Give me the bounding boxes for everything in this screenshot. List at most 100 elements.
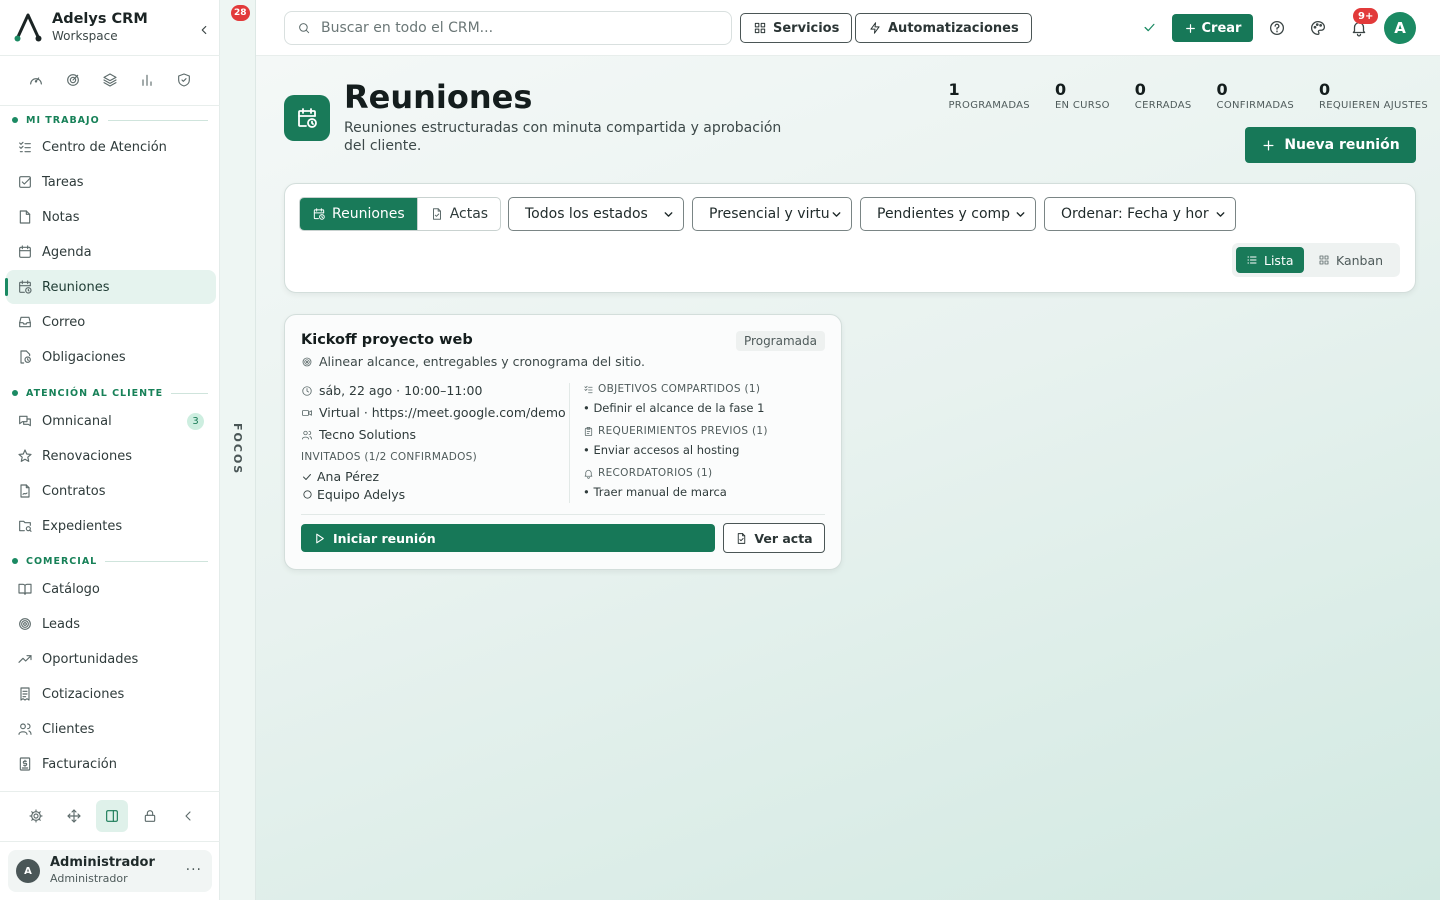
- search-icon: [299, 23, 310, 34]
- page-title: Reuniones: [344, 78, 533, 116]
- user-role: Administrador: [50, 872, 128, 885]
- tab-label: Reuniones: [332, 206, 405, 222]
- new-meeting-button[interactable]: Nueva reunión: [1245, 127, 1416, 163]
- order-select[interactable]: Ordenar: Fecha y hor: [1044, 197, 1236, 231]
- clipboard-icon: [584, 426, 593, 436]
- stat-value: 0: [1054, 80, 1067, 99]
- lock-button[interactable]: [134, 800, 166, 832]
- pending-select[interactable]: Pendientes y comp: [860, 197, 1036, 231]
- stat-label: CONFIRMADAS: [1216, 100, 1295, 111]
- sidebar-item-label: Facturación: [42, 756, 117, 772]
- section-dot: [12, 390, 18, 396]
- view-label: Lista: [1264, 252, 1294, 268]
- view-list-button[interactable]: Lista: [1236, 247, 1304, 273]
- plus-icon: [1185, 23, 1195, 33]
- start-meeting-button[interactable]: Iniciar reunión: [301, 524, 715, 552]
- view-kanban-button[interactable]: Kanban: [1308, 247, 1393, 273]
- sidebar-item-contratos[interactable]: Contratos: [6, 474, 216, 508]
- brand[interactable]: Adelys CRM Workspace: [12, 8, 212, 50]
- sidebar-item-label: Reuniones: [42, 279, 110, 295]
- services-button[interactable]: Servicios: [740, 13, 853, 43]
- view-minutes-button[interactable]: Ver acta: [723, 523, 825, 553]
- sidebar-item-label: Notas: [42, 209, 80, 225]
- check-icon: [303, 473, 311, 480]
- sidebar-item-facturacion[interactable]: Facturación: [6, 747, 216, 781]
- move-icon: [67, 809, 81, 823]
- divider: [569, 383, 570, 503]
- sidebar-item-catalogo[interactable]: Catálogo: [6, 572, 216, 606]
- sidebar-item-tareas[interactable]: Tareas: [6, 165, 216, 199]
- sync-check-icon: [1144, 23, 1155, 32]
- meeting-card[interactable]: Kickoff proyecto web Programada Alinear …: [284, 314, 842, 570]
- automations-button[interactable]: Automatizaciones: [855, 13, 1032, 43]
- more-options-icon[interactable]: ···: [186, 862, 202, 878]
- receipt-icon: [20, 687, 30, 701]
- sidebar-item-label: Agenda: [42, 244, 92, 260]
- users-icon: [302, 430, 312, 439]
- sidebar-item-leads[interactable]: Leads: [6, 607, 216, 641]
- stat-value: 0: [1319, 80, 1331, 99]
- palette-icon: [1310, 20, 1326, 36]
- collapse-button[interactable]: [172, 800, 204, 832]
- stat-label: PROGRAMADAS: [948, 100, 1030, 111]
- stat-requieren-ajustes: 0 REQUIEREN AJUSTES: [1319, 80, 1428, 112]
- objectives-header: OBJETIVOS COMPARTIDOS (1): [583, 383, 760, 395]
- main-content: Reuniones Reuniones estructuradas con mi…: [256, 56, 1440, 900]
- sidebar-item-clientes[interactable]: Clientes: [6, 712, 216, 746]
- settings-button[interactable]: [20, 800, 52, 832]
- sidebar-item-reuniones[interactable]: Reuniones: [5, 270, 216, 304]
- section-dot: [12, 117, 18, 123]
- file-clock-icon: [20, 350, 31, 364]
- stats-bar: 1 PROGRAMADAS 0 EN CURSO 0 CERRADAS 0 CO…: [923, 80, 1428, 112]
- section-title: MI TRABAJO: [26, 114, 100, 126]
- meeting-location-text: Virtual · https://meet.google.com/demo: [319, 405, 566, 420]
- theme-button[interactable]: [1307, 17, 1329, 39]
- security-button[interactable]: [165, 68, 202, 92]
- filters-panel: Reuniones Actas Todos los estados Presen…: [284, 183, 1416, 293]
- list-check-icon: [584, 385, 593, 393]
- sidebar-item-oportunidades[interactable]: Oportunidades: [6, 642, 216, 676]
- section-mi-trabajo: MI TRABAJO: [12, 113, 208, 127]
- meeting-title: Kickoff proyecto web: [301, 332, 473, 348]
- calendar-clock-icon: [313, 208, 325, 220]
- focos-panel[interactable]: 28 FOCOS: [220, 0, 256, 900]
- star-icon: [18, 449, 32, 462]
- divider: [301, 514, 825, 515]
- tab-actas[interactable]: Actas: [416, 198, 500, 230]
- chevron-left-icon: [201, 25, 207, 35]
- sidebar-item-label: Tareas: [42, 174, 84, 190]
- status-select-value: Todos los estados: [525, 206, 648, 222]
- sidebar-item-correo[interactable]: Correo: [6, 305, 216, 339]
- panel-toggle-button[interactable]: [96, 800, 128, 832]
- brand-name: Adelys CRM: [52, 11, 148, 27]
- bell-icon: [584, 469, 593, 479]
- sidebar-item-obligaciones[interactable]: Obligaciones: [6, 340, 216, 374]
- layers-button[interactable]: [92, 68, 129, 92]
- sidebar-item-renovaciones[interactable]: Renovaciones: [6, 439, 216, 473]
- reorder-button[interactable]: [58, 800, 90, 832]
- invitee-name: Ana Pérez: [317, 469, 380, 484]
- sidebar-item-omnicanal[interactable]: Omnicanal 3: [6, 404, 216, 438]
- user-card[interactable]: A Administrador Administrador ···: [8, 850, 212, 892]
- search-input[interactable]: [321, 20, 721, 36]
- search-box[interactable]: [284, 11, 732, 45]
- sidebar-item-expedientes[interactable]: Expedientes: [6, 509, 216, 543]
- create-button[interactable]: Crear: [1172, 14, 1253, 42]
- sidebar-item-agenda[interactable]: Agenda: [6, 235, 216, 269]
- sidebar-item-cotizaciones[interactable]: Cotizaciones: [6, 677, 216, 711]
- sidebar-item-notas[interactable]: Notas: [6, 200, 216, 234]
- help-button[interactable]: [1266, 17, 1288, 39]
- target-icon: [67, 74, 80, 86]
- tab-reuniones[interactable]: Reuniones: [300, 198, 417, 230]
- tab-label: Actas: [449, 206, 489, 222]
- collapse-sidebar-button[interactable]: [194, 20, 214, 40]
- reports-button[interactable]: [128, 68, 165, 92]
- gear-icon: [29, 809, 43, 823]
- sidebar-item-centro-atencion[interactable]: Centro de Atención: [6, 130, 216, 164]
- dashboard-button[interactable]: [18, 68, 55, 92]
- goals-button[interactable]: [55, 68, 92, 92]
- status-select[interactable]: Todos los estados: [508, 197, 684, 231]
- modality-select[interactable]: Presencial y virtu: [692, 197, 852, 231]
- avatar[interactable]: A: [1384, 12, 1416, 44]
- target-icon: [19, 618, 31, 630]
